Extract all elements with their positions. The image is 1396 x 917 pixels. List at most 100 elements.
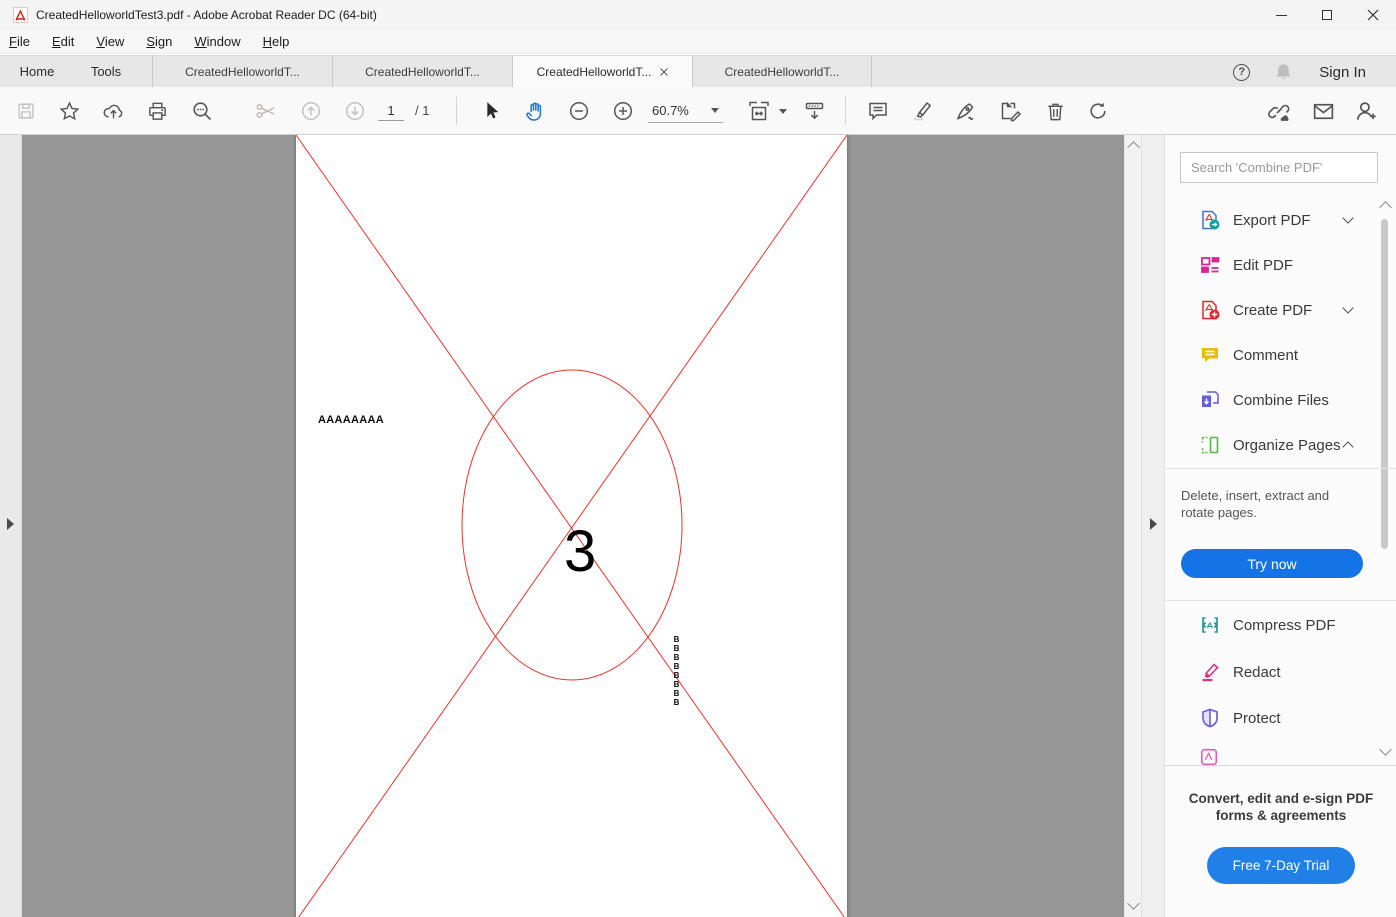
vertical-scrollbar[interactable] xyxy=(1124,135,1141,917)
tab-home[interactable]: Home xyxy=(0,56,74,88)
tool-combine-files[interactable]: Combine Files xyxy=(1165,378,1375,422)
tools-search-box[interactable] xyxy=(1180,152,1378,183)
menu-help[interactable]: Help xyxy=(252,30,301,54)
zoom-level-dropdown[interactable]: 60.7% xyxy=(648,99,723,123)
acrobat-app-icon xyxy=(13,7,28,23)
zoom-in-button[interactable] xyxy=(605,93,641,129)
document-tab-label: CreatedHelloworldT... xyxy=(185,65,300,79)
fit-width-button[interactable] xyxy=(742,93,790,129)
scroll-up-icon[interactable] xyxy=(1127,141,1140,154)
menu-sign[interactable]: Sign xyxy=(135,30,183,54)
main-toolbar: / 1 60.7% xyxy=(0,87,1396,135)
document-tab-label: CreatedHelloworldT... xyxy=(725,65,840,79)
compress-pdf-icon xyxy=(1199,614,1221,636)
scrolling-pages-icon xyxy=(802,99,827,123)
tool-label: Redact xyxy=(1233,664,1281,681)
try-now-button[interactable]: Try now xyxy=(1181,549,1363,578)
expand-create-pdf[interactable] xyxy=(1341,303,1355,317)
page-number-input[interactable] xyxy=(378,100,404,121)
export-pdf-icon xyxy=(1199,209,1221,231)
sign-in-button[interactable]: Sign In xyxy=(1319,64,1366,81)
edit-pdf-icon xyxy=(1199,254,1221,276)
close-button[interactable] xyxy=(1350,0,1396,30)
tab-close-button[interactable] xyxy=(660,68,668,76)
page-edit-icon xyxy=(998,99,1022,123)
minimize-button[interactable] xyxy=(1258,0,1304,30)
document-tab-1[interactable]: CreatedHelloworldT... xyxy=(152,56,332,88)
collapse-organize-pages[interactable] xyxy=(1341,438,1355,452)
document-tab-3-active[interactable]: CreatedHelloworldT... xyxy=(512,56,692,88)
tool-protect[interactable]: Protect xyxy=(1165,696,1375,740)
page-text-center: 3 xyxy=(564,523,596,581)
fill-sign-pen-icon xyxy=(954,99,978,123)
tools-search-input[interactable] xyxy=(1181,160,1377,175)
delete-pages-button[interactable] xyxy=(1037,93,1073,129)
save-icon xyxy=(15,100,37,122)
tool-create-pdf[interactable]: Create PDF xyxy=(1165,288,1375,332)
collapse-tools-pane-button[interactable] xyxy=(1150,518,1157,530)
print-button[interactable] xyxy=(139,93,175,129)
selection-tool-button[interactable] xyxy=(473,93,509,129)
previous-page-button[interactable] xyxy=(293,93,329,129)
sidebar-scroll-up[interactable] xyxy=(1377,203,1393,217)
pdf-page[interactable]: AAAAAAAA 3 BBBBBBBB xyxy=(296,135,847,917)
divider xyxy=(1165,600,1396,601)
hand-tool-button[interactable] xyxy=(517,93,553,129)
star-button[interactable] xyxy=(51,93,87,129)
comment-tool-icon xyxy=(1199,344,1221,366)
tool-edit-pdf[interactable]: Edit PDF xyxy=(1165,243,1375,287)
help-button[interactable]: ? xyxy=(1233,64,1250,81)
search-icon xyxy=(190,99,214,123)
tab-tools[interactable]: Tools xyxy=(74,56,138,88)
save-button[interactable] xyxy=(8,93,44,129)
share-link-button[interactable] xyxy=(1260,93,1296,129)
comment-button[interactable] xyxy=(860,93,896,129)
edit-tools-button[interactable] xyxy=(992,93,1028,129)
zoom-in-icon xyxy=(611,99,635,123)
email-button[interactable] xyxy=(1305,93,1341,129)
create-pdf-icon xyxy=(1199,299,1221,321)
tool-organize-pages[interactable]: Organize Pages xyxy=(1165,423,1375,467)
menu-file[interactable]: File xyxy=(0,30,41,54)
notifications-button[interactable] xyxy=(1274,62,1293,82)
fill-sign-button[interactable] xyxy=(948,93,984,129)
account-button[interactable] xyxy=(1348,93,1384,129)
highlight-button[interactable] xyxy=(904,93,940,129)
menu-window[interactable]: Window xyxy=(183,30,251,54)
free-trial-button[interactable]: Free 7-Day Trial xyxy=(1207,847,1355,884)
next-page-button[interactable] xyxy=(337,93,373,129)
open-navigation-pane-button[interactable] xyxy=(7,518,14,530)
tool-redact[interactable]: Redact xyxy=(1165,650,1375,694)
scroll-down-icon xyxy=(1379,743,1392,756)
help-icon: ? xyxy=(1238,66,1245,78)
menu-view[interactable]: View xyxy=(85,30,135,54)
menu-edit[interactable]: Edit xyxy=(41,30,85,54)
zoom-level-value: 60.7% xyxy=(652,103,689,118)
zoom-out-button[interactable] xyxy=(561,93,597,129)
document-tab-2[interactable]: CreatedHelloworldT... xyxy=(332,56,512,88)
bell-icon xyxy=(1274,62,1293,82)
maximize-button[interactable] xyxy=(1304,0,1350,30)
tool-export-pdf[interactable]: Export PDF xyxy=(1165,198,1375,242)
tool-label: Organize Pages xyxy=(1233,437,1341,454)
rotate-pages-button[interactable] xyxy=(1080,93,1116,129)
snapshot-button[interactable] xyxy=(248,93,284,129)
scroll-down-icon[interactable] xyxy=(1127,897,1140,910)
document-tab-label: CreatedHelloworldT... xyxy=(365,65,480,79)
expand-export-pdf[interactable] xyxy=(1341,213,1355,227)
sidebar-scroll-down[interactable] xyxy=(1377,745,1393,759)
tool-compress-pdf[interactable]: Compress PDF xyxy=(1165,603,1375,647)
search-button[interactable] xyxy=(184,93,220,129)
page-number-field[interactable] xyxy=(378,100,404,121)
tool-label: Create PDF xyxy=(1233,302,1312,319)
tool-comment[interactable]: Comment xyxy=(1165,333,1375,377)
scrolling-mode-button[interactable] xyxy=(796,93,832,129)
share-upload-button[interactable] xyxy=(95,93,131,129)
document-tab-4[interactable]: CreatedHelloworldT... xyxy=(692,56,872,88)
tab-bar: Home Tools CreatedHelloworldT... Created… xyxy=(0,55,1396,87)
page-down-icon xyxy=(343,99,367,123)
promo-title: Convert, edit and e-sign PDF forms & agr… xyxy=(1178,790,1384,824)
document-canvas: AAAAAAAA 3 BBBBBBBB xyxy=(22,135,1124,917)
sidebar-scrollbar-thumb[interactable] xyxy=(1381,219,1388,549)
tool-label: Edit PDF xyxy=(1233,257,1293,274)
